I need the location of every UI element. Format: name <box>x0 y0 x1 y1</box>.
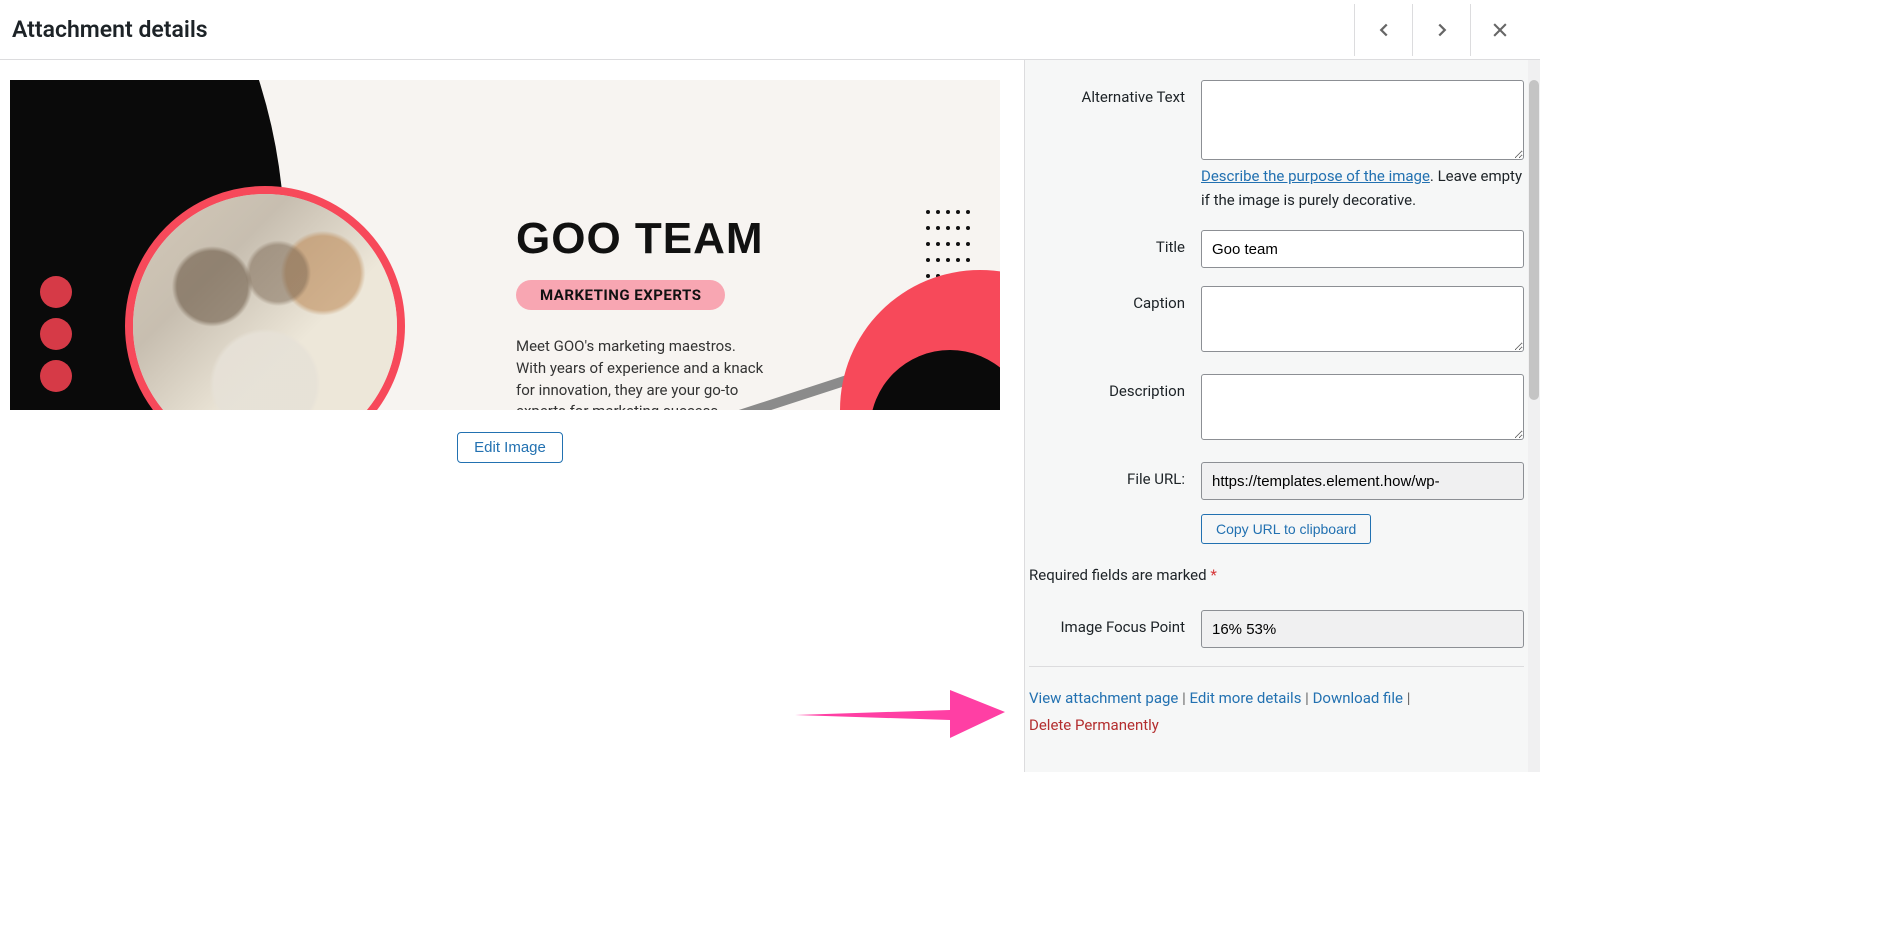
delete-permanently-link[interactable]: Delete Permanently <box>1029 716 1159 734</box>
alt-text-label: Alternative Text <box>1029 80 1201 212</box>
image-focus-point-input[interactable] <box>1201 610 1524 648</box>
slide-badge: MARKETING EXPERTS <box>516 280 725 310</box>
image-focus-point-field: Image Focus Point <box>1029 610 1524 648</box>
caption-input[interactable] <box>1201 286 1524 352</box>
file-url-field: File URL: Copy URL to clipboard <box>1029 462 1524 544</box>
divider <box>1029 666 1524 667</box>
sidebar-scrollbar[interactable] <box>1528 60 1540 772</box>
edit-more-details-link[interactable]: Edit more details <box>1189 689 1301 707</box>
modal-body: GOO TEAM MARKETING EXPERTS Meet GOO's ma… <box>0 60 1540 772</box>
title-field: Title <box>1029 230 1524 268</box>
attachment-preview-image: GOO TEAM MARKETING EXPERTS Meet GOO's ma… <box>10 80 1000 410</box>
attachment-details-modal: Attachment details GOO TEAM MARKETING EX… <box>0 0 1540 772</box>
description-input[interactable] <box>1201 374 1524 440</box>
alt-text-input[interactable] <box>1201 80 1524 160</box>
alt-text-field: Alternative Text Describe the purpose of… <box>1029 80 1524 212</box>
attachment-actions: View attachment page | Edit more details… <box>1029 685 1524 739</box>
alt-text-help: Describe the purpose of the image. Leave… <box>1201 164 1524 212</box>
preview-panel: GOO TEAM MARKETING EXPERTS Meet GOO's ma… <box>0 60 1024 772</box>
caption-field: Caption <box>1029 286 1524 356</box>
caption-label: Caption <box>1029 286 1201 356</box>
slide-body: Meet GOO's marketing maestros. With year… <box>516 336 766 410</box>
arrow-right-icon <box>790 680 1010 740</box>
next-button[interactable] <box>1412 4 1470 56</box>
file-url-label: File URL: <box>1029 462 1201 544</box>
close-button[interactable] <box>1470 4 1528 56</box>
annotation-arrow <box>790 680 1010 740</box>
download-file-link[interactable]: Download file <box>1313 689 1403 707</box>
close-icon <box>1490 20 1510 40</box>
modal-header: Attachment details <box>0 0 1540 60</box>
required-fields-note: Required fields are marked * <box>1029 566 1524 584</box>
title-label: Title <box>1029 230 1201 268</box>
header-nav-controls <box>1354 0 1528 59</box>
chevron-right-icon <box>1431 19 1453 41</box>
copy-url-button[interactable]: Copy URL to clipboard <box>1201 514 1371 544</box>
alt-help-link[interactable]: Describe the purpose of the image <box>1201 167 1430 185</box>
description-label: Description <box>1029 374 1201 444</box>
view-attachment-link[interactable]: View attachment page <box>1029 689 1178 707</box>
prev-button[interactable] <box>1354 4 1412 56</box>
description-field: Description <box>1029 374 1524 444</box>
image-focus-point-label: Image Focus Point <box>1029 610 1201 648</box>
required-asterisk: * <box>1210 566 1216 584</box>
details-sidebar: Alternative Text Describe the purpose of… <box>1024 60 1540 772</box>
edit-image-button[interactable]: Edit Image <box>457 432 563 463</box>
file-url-input[interactable] <box>1201 462 1524 500</box>
chevron-left-icon <box>1373 19 1395 41</box>
slide-title: GOO TEAM <box>516 216 856 262</box>
page-title: Attachment details <box>12 16 208 43</box>
title-input[interactable] <box>1201 230 1524 268</box>
